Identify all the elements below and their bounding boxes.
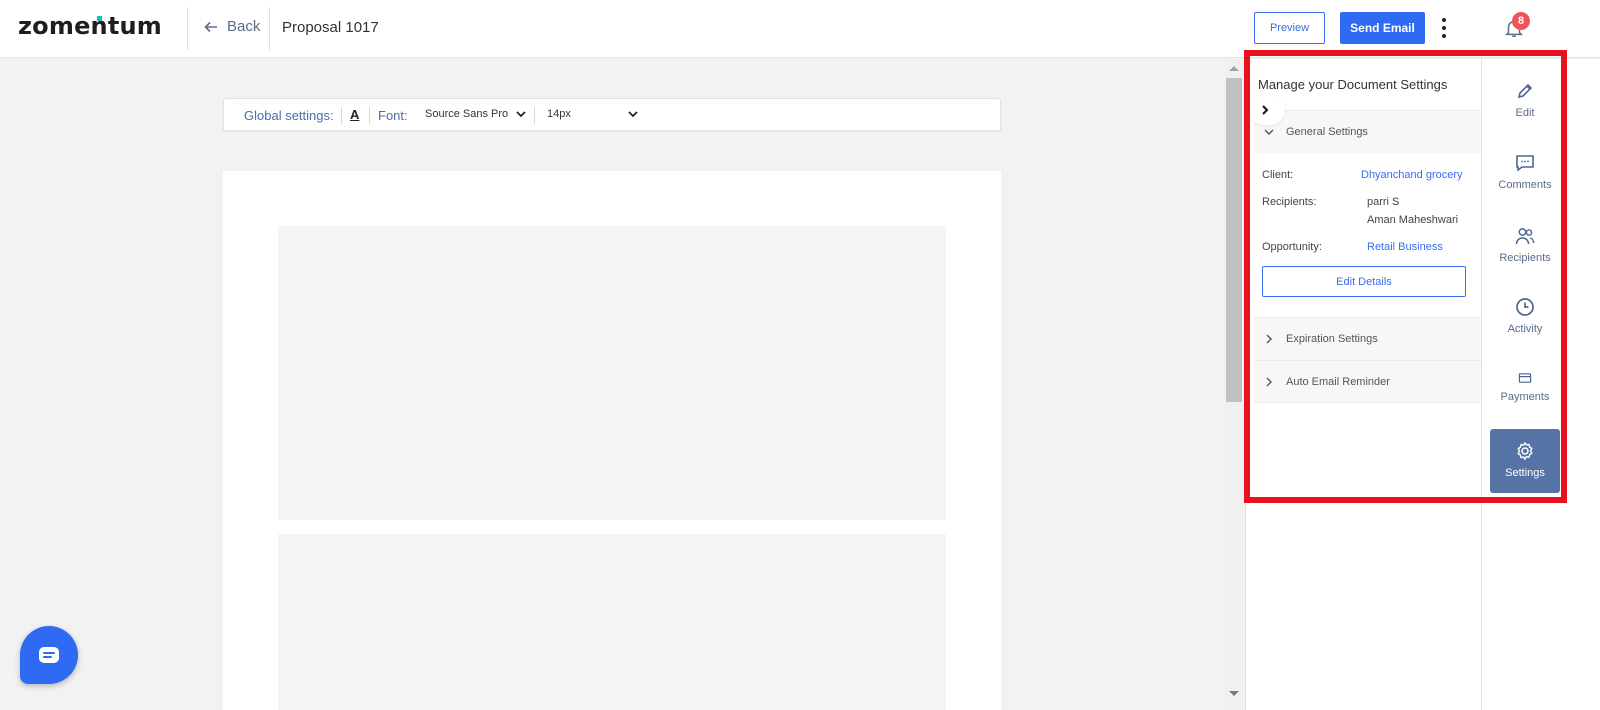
rail-item-activity[interactable]: Activity [1490, 297, 1560, 335]
content-block-placeholder[interactable] [278, 534, 946, 710]
expiration-settings-label: Expiration Settings [1286, 333, 1378, 345]
chevron-down-icon [516, 111, 526, 118]
recipient-name: parri S [1367, 196, 1400, 208]
rail-item-edit[interactable]: Edit [1490, 81, 1560, 119]
rail-item-label: Payments [1500, 391, 1550, 403]
expiration-settings-header[interactable]: Expiration Settings [1254, 317, 1482, 360]
preview-button[interactable]: Preview [1254, 12, 1325, 44]
card-icon [1518, 373, 1532, 383]
content-block-placeholder[interactable] [278, 226, 946, 520]
chat-icon [39, 647, 59, 663]
back-button[interactable]: Back [203, 18, 260, 35]
font-size-select[interactable]: 14px [547, 108, 639, 120]
more-options-icon[interactable] [1436, 16, 1452, 40]
scrollbar-thumb[interactable] [1226, 78, 1242, 402]
general-settings-body: Client: Dhyanchand grocery Recipients: p… [1254, 153, 1482, 317]
recipient-name: Aman Maheshwari [1367, 214, 1459, 226]
font-family-value: Source Sans Pro [425, 108, 509, 120]
client-label: Client: [1262, 169, 1294, 181]
rail-item-payments[interactable]: Payments [1490, 371, 1560, 403]
font-size-value: 14px [547, 108, 571, 120]
rail-item-recipients[interactable]: Recipients [1490, 226, 1560, 264]
rail-item-comments[interactable]: Comments [1490, 153, 1560, 191]
notification-badge: 8 [1512, 12, 1530, 30]
document-settings-panel: Manage your Document Settings General Se… [1245, 59, 1482, 710]
document-page[interactable] [223, 171, 1001, 710]
opportunity-link[interactable]: Retail Business [1367, 241, 1443, 253]
font-family-select[interactable]: Source Sans Pro [425, 108, 527, 120]
chevron-down-icon [1264, 129, 1274, 135]
right-tool-rail: Edit Comments Recipients Activity Paymen… [1481, 59, 1600, 710]
rail-item-label: Edit [1515, 107, 1535, 119]
comment-icon [1516, 155, 1534, 172]
pencil-icon [1517, 83, 1533, 99]
toolbar-divider [369, 107, 370, 124]
recipients-label: Recipients: [1262, 196, 1317, 208]
top-header: zomentum Back Proposal 1017 Preview Send… [0, 0, 1600, 58]
general-settings-label: General Settings [1286, 126, 1368, 138]
gear-icon [1517, 442, 1533, 460]
users-icon [1515, 228, 1535, 245]
opportunity-label: Opportunity: [1262, 241, 1322, 253]
panel-title: Manage your Document Settings [1258, 77, 1448, 92]
back-label: Back [227, 18, 261, 35]
auto-email-reminder-label: Auto Email Reminder [1286, 375, 1390, 388]
chat-launcher-button[interactable] [20, 626, 78, 684]
rail-item-settings[interactable]: Settings [1490, 429, 1560, 493]
auto-email-reminder-header[interactable]: Auto Email Reminder [1254, 360, 1482, 403]
font-label: Font: [378, 108, 408, 123]
rail-item-label: Comments [1498, 179, 1552, 191]
arrow-left-icon [204, 21, 217, 32]
general-settings-header[interactable]: General Settings [1254, 110, 1482, 153]
header-divider [187, 7, 188, 50]
collapse-panel-button[interactable] [1249, 95, 1285, 125]
rail-item-label: Recipients [1499, 252, 1551, 264]
global-settings-toolbar: Global settings: A Font: Source Sans Pro… [223, 98, 1001, 131]
chevron-down-icon [628, 111, 638, 118]
chevron-right-icon [1266, 377, 1272, 386]
document-title: Proposal 1017 [282, 19, 379, 36]
toolbar-divider [534, 107, 535, 124]
toolbar-divider [341, 107, 342, 124]
scroll-down-arrow-icon[interactable] [1229, 691, 1239, 696]
text-color-button[interactable]: A [350, 107, 359, 122]
chevron-right-icon [1266, 334, 1272, 344]
app-logo[interactable]: zomentum [18, 12, 162, 40]
edit-details-button[interactable]: Edit Details [1262, 266, 1466, 297]
header-divider [269, 7, 270, 50]
clock-icon [1516, 298, 1534, 316]
chevron-right-icon [1262, 105, 1269, 115]
rail-item-label: Activity [1507, 323, 1543, 335]
scroll-up-arrow-icon[interactable] [1229, 66, 1239, 71]
client-link[interactable]: Dhyanchand grocery [1361, 169, 1463, 181]
global-settings-label: Global settings: [244, 108, 334, 123]
logo-accent-mark [97, 16, 102, 21]
rail-item-label: Settings [1505, 467, 1545, 479]
send-email-button[interactable]: Send Email [1340, 12, 1425, 44]
